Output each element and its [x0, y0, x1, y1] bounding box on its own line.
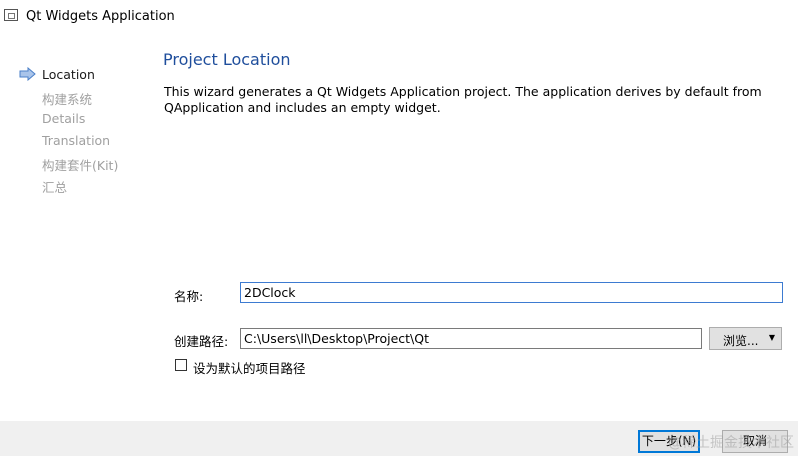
step-summary: 汇总 [42, 180, 68, 195]
window-icon [4, 9, 18, 21]
step-kits: 构建套件(Kit) [42, 158, 119, 173]
arrow-right-icon [19, 67, 36, 81]
chevron-down-icon: ▼ [768, 333, 775, 342]
default-path-checkbox-label[interactable]: 设为默认的项目路径 [193, 358, 306, 377]
step-details: Details [42, 111, 86, 126]
step-build-system: 构建系统 [42, 92, 93, 107]
page-title: Project Location [163, 50, 291, 69]
title-bar: Qt Widgets Application [0, 0, 798, 32]
watermark: @稀土掘金技术社区 [668, 435, 794, 451]
project-path-input[interactable] [240, 328, 702, 349]
button-bar: 下一步(N) 取消 @稀土掘金技术社区 [0, 421, 798, 456]
default-path-checkbox[interactable] [175, 359, 187, 371]
step-translation: Translation [42, 133, 111, 148]
project-name-input[interactable] [240, 282, 783, 303]
step-location: Location [42, 67, 95, 82]
page-description: This wizard generates a Qt Widgets Appli… [164, 84, 762, 115]
window-title: Qt Widgets Application [26, 9, 175, 24]
browse-button[interactable]: 浏览... ▼ [709, 327, 782, 350]
browse-button-label: 浏览... [723, 334, 759, 348]
path-label: 创建路径: [174, 334, 229, 349]
name-label: 名称: [174, 289, 204, 304]
